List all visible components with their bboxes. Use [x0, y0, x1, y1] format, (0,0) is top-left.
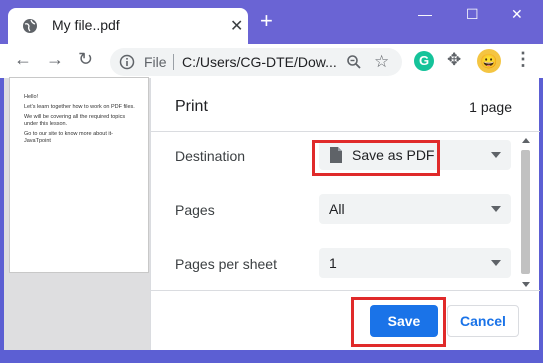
tab-title: My file..pdf [52, 17, 120, 33]
browser-toolbar: ← → ↻ File C:/Users/CG-DTE/Dow... ☆ G ✥ … [0, 44, 543, 78]
cancel-button[interactable]: Cancel [447, 305, 519, 337]
pages-per-sheet-select[interactable]: 1 [319, 248, 511, 278]
browser-tab[interactable]: My file..pdf ✕ [8, 8, 248, 44]
minimize-button[interactable]: — [418, 6, 432, 22]
destination-label: Destination [175, 148, 246, 164]
print-preview-page: Hello! Let's learn together how to work … [9, 77, 149, 273]
url-text[interactable]: C:/Users/CG-DTE/Dow... [182, 54, 337, 70]
bookmark-star-icon[interactable]: ☆ [374, 52, 389, 72]
pages-select[interactable]: All [319, 194, 511, 224]
pages-label: Pages [175, 202, 215, 218]
pages-value: All [329, 201, 345, 217]
tab-close-icon[interactable]: ✕ [230, 16, 243, 36]
preview-line: We will be covering all the required top… [24, 114, 126, 127]
chevron-down-icon [491, 152, 501, 158]
save-highlight-box [351, 297, 446, 347]
url-scheme: File [144, 54, 167, 70]
globe-icon [22, 18, 38, 39]
extensions-puzzle-icon[interactable]: ✥ [447, 50, 461, 70]
chevron-down-icon [491, 206, 501, 212]
print-footer: Save Cancel [151, 290, 540, 350]
print-header: Print 1 page [151, 78, 540, 132]
zoom-icon[interactable] [346, 54, 362, 75]
maximize-button[interactable]: ☐ [466, 6, 479, 23]
info-icon[interactable] [119, 54, 135, 75]
chevron-down-icon [491, 260, 501, 266]
destination-highlight-box [312, 140, 440, 176]
back-button[interactable]: ← [14, 49, 32, 70]
print-dialog: Print 1 page Destination Save as PDF Pag… [150, 78, 540, 350]
scroll-up-arrow-icon[interactable] [522, 138, 530, 143]
scroll-down-arrow-icon[interactable] [522, 282, 530, 287]
url-separator [173, 54, 174, 70]
new-tab-button[interactable]: + [260, 10, 273, 32]
grammarly-extension-icon[interactable]: G [414, 51, 434, 71]
forward-button[interactable]: → [46, 49, 64, 70]
preview-line: Let's learn together how to work on PDF … [24, 104, 135, 110]
preview-line: Go to our site to know more about it- Ja… [24, 131, 113, 144]
page-count: 1 page [469, 99, 512, 115]
print-title: Print [175, 98, 208, 115]
settings-scrollbar[interactable] [519, 136, 531, 290]
profile-avatar[interactable]: 😀 [477, 49, 501, 73]
title-bar: My file..pdf ✕ + — ☐ ✕ [0, 0, 543, 44]
window-close-button[interactable]: ✕ [511, 6, 523, 23]
menu-kebab-icon[interactable]: ⋮ [514, 49, 532, 70]
scrollbar-thumb[interactable] [521, 150, 530, 274]
pages-per-sheet-label: Pages per sheet [175, 256, 277, 272]
address-bar[interactable]: File C:/Users/CG-DTE/Dow... ☆ [110, 48, 402, 76]
reload-button[interactable]: ↻ [78, 49, 93, 70]
preview-line: Hello! [24, 94, 39, 100]
pages-per-sheet-value: 1 [329, 255, 337, 271]
